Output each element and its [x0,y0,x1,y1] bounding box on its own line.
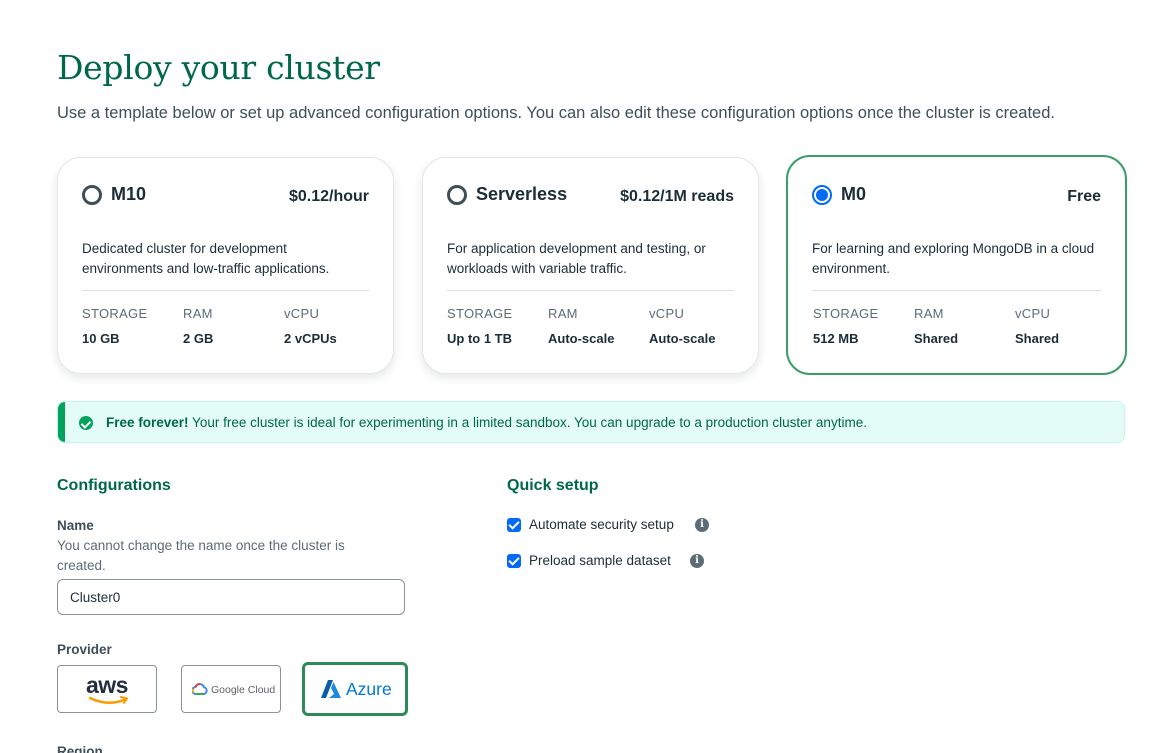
cluster-name-input[interactable] [57,579,405,615]
spec-value: 2 vCPUs [284,331,337,346]
name-help-text: You cannot change the name once the clus… [57,538,345,573]
spec-value: Up to 1 TB [447,331,512,346]
spec-label: STORAGE [447,306,513,321]
spec-storage: STORAGE 512 MB [813,306,878,346]
provider-google-cloud-button[interactable]: Google Cloud [181,665,281,713]
tier-name: M10 [111,184,147,204]
spec-value: 512 MB [813,331,859,346]
preload-dataset-checkbox[interactable] [507,554,521,568]
tier-name: M0 [841,184,867,204]
checkbox-label: Preload sample dataset [529,553,671,568]
spec-ram: RAM Shared [914,306,958,346]
banner-bold-text: Free forever! [106,415,189,430]
spec-label: vCPU [284,306,320,321]
spec-ram: RAM Auto-scale [548,306,614,346]
spec-vcpu: vCPU Auto-scale [649,306,715,346]
spec-label: RAM [914,306,944,321]
page-title: Deploy your cluster [57,48,380,87]
banner-text: Free forever! Your free cluster is ideal… [106,415,867,430]
configurations-title: Configurations [57,477,171,494]
spec-ram: RAM 2 GB [183,306,213,346]
provider-label-text: Azure [346,679,392,699]
spec-label: STORAGE [813,306,879,321]
spec-value: Auto-scale [649,331,716,346]
tier-divider [447,290,734,291]
spec-label: RAM [183,306,213,321]
region-label: Region [57,744,103,753]
banner-body-text: Your free cluster is ideal for experimen… [188,415,867,430]
page-subtitle: Use a template below or set up advanced … [57,104,1055,122]
provider-label: Provider [57,642,112,657]
spec-value: Shared [914,331,959,346]
check-circle-icon [79,416,93,430]
name-label: Name [57,518,94,533]
banner-accent-bar [58,402,65,442]
spec-label: RAM [548,306,578,321]
info-icon[interactable]: i [690,554,704,568]
quick-setup-title: Quick setup [507,477,599,494]
tier-card-m10[interactable]: M10 $0.12/hour Dedicated cluster for dev… [57,157,394,374]
automate-security-checkbox[interactable] [507,518,521,532]
tier-description: Dedicated cluster for development enviro… [82,241,330,276]
tier-card-serverless[interactable]: Serverless $0.12/1M reads For applicatio… [422,157,759,374]
tier-description: For application development and testing,… [447,241,706,276]
provider-label-text: Google Cloud [211,684,276,696]
aws-smile-icon [88,696,128,704]
spec-value: 10 GB [82,331,120,346]
tier-price: $0.12/hour [288,188,369,205]
azure-logo-icon [321,680,341,698]
spec-vcpu: vCPU Shared [1015,306,1059,346]
spec-value: 2 GB [183,331,214,346]
tier-description: For learning and exploring MongoDB in a … [812,241,1095,276]
aws-logo: aws [86,672,128,698]
tier-radio-m0[interactable] [812,185,832,205]
info-icon[interactable]: i [695,518,709,532]
tier-price: Free [1067,188,1101,205]
provider-aws-button[interactable]: aws [57,665,157,713]
tier-divider [82,290,369,291]
spec-value: Auto-scale [548,331,615,346]
tier-radio-m10[interactable] [82,185,102,205]
free-forever-banner: Free forever! Your free cluster is ideal… [57,401,1125,443]
spec-storage: STORAGE 10 GB [82,306,147,346]
spec-vcpu: vCPU 2 vCPUs [284,306,337,346]
tier-name: Serverless [476,184,568,204]
spec-value: Shared [1015,331,1060,346]
checkbox-label: Automate security setup [529,517,674,532]
preload-dataset-option: Preload sample dataset i [507,552,717,572]
tier-divider [812,290,1101,291]
google-cloud-icon [192,683,208,695]
provider-azure-button[interactable]: Azure [302,662,408,716]
spec-label: STORAGE [82,306,148,321]
spec-label: vCPU [1015,306,1051,321]
spec-label: vCPU [649,306,685,321]
tier-card-m0[interactable]: M0 Free For learning and exploring Mongo… [786,155,1127,375]
automate-security-option: Automate security setup i [507,516,717,536]
tier-radio-serverless[interactable] [447,185,467,205]
spec-storage: STORAGE Up to 1 TB [447,306,512,346]
tier-price: $0.12/1M reads [620,188,734,205]
